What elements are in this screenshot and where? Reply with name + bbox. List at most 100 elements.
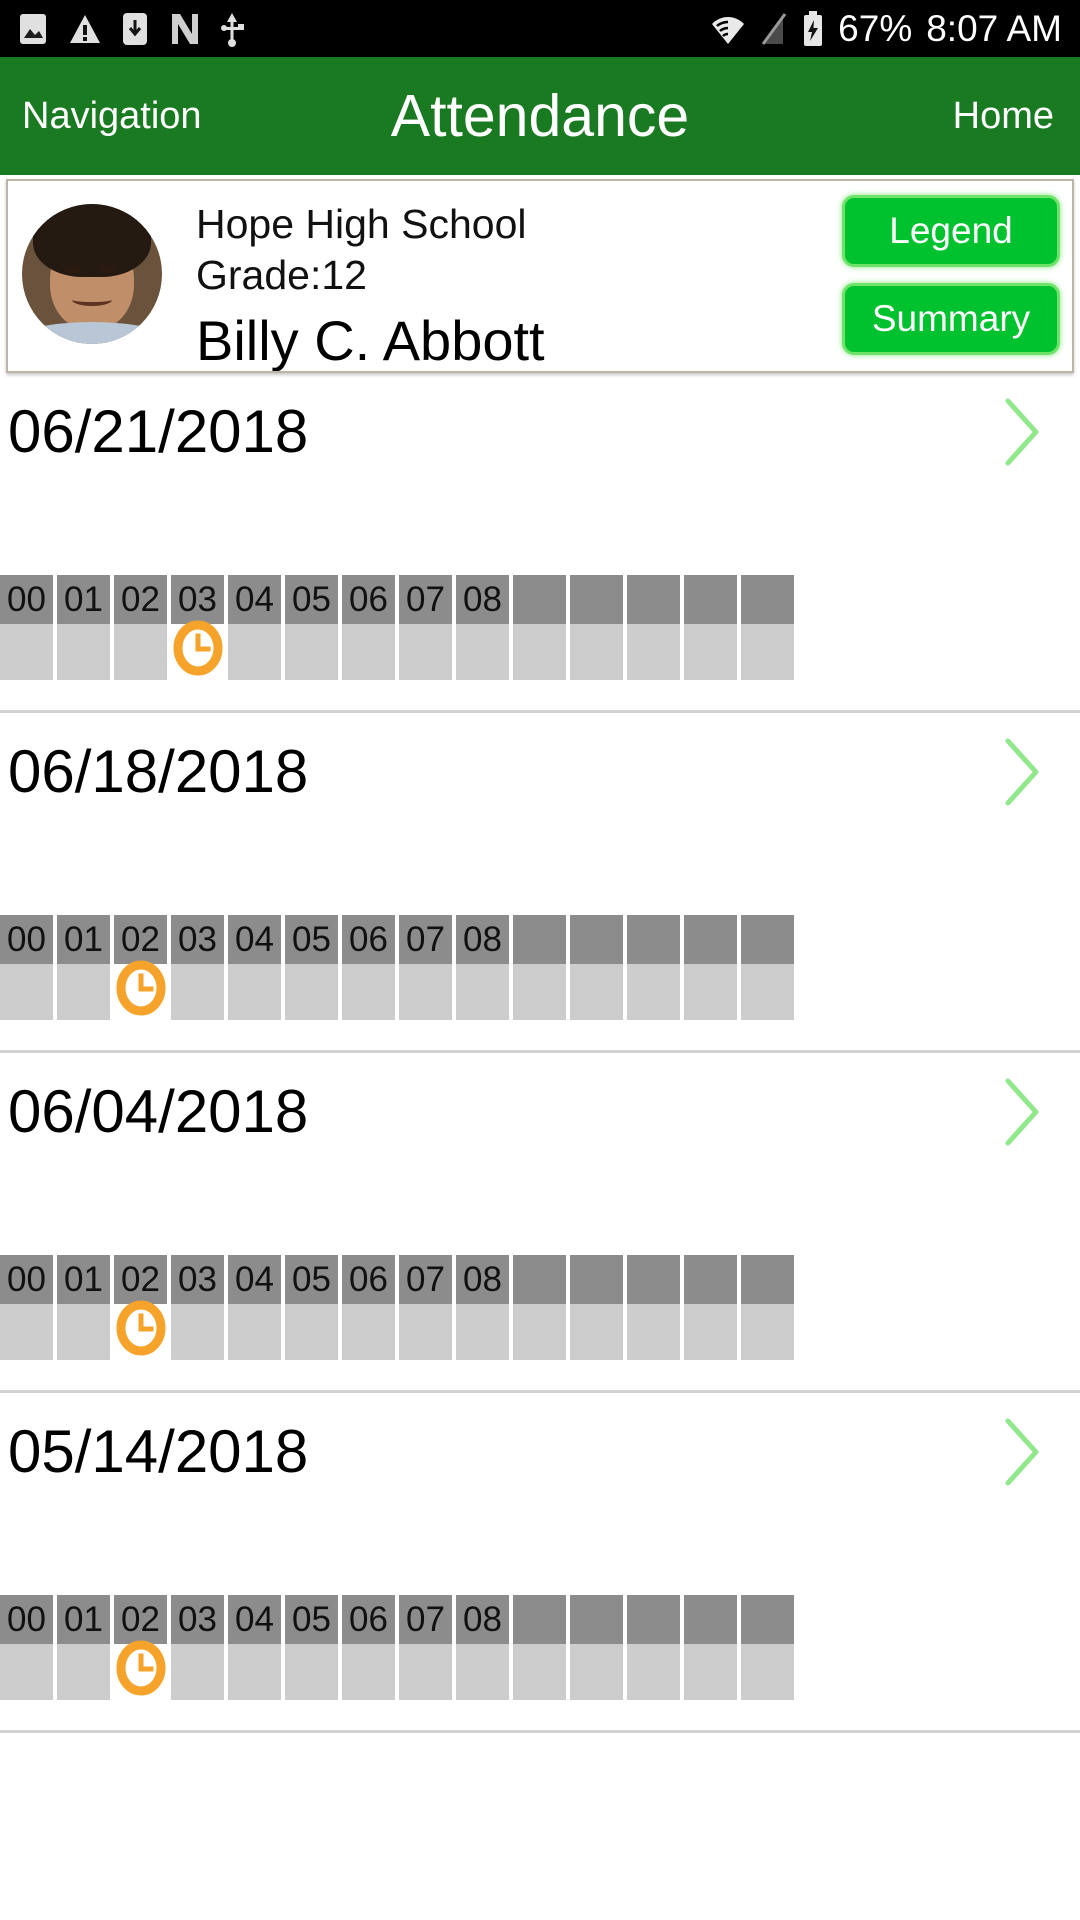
period-status-cell-marked[interactable] bbox=[114, 1640, 167, 1700]
attendance-day-row[interactable]: 05/14/2018 00 01 02 03 04 05 06 07 08 bbox=[0, 1393, 1080, 1733]
period-status-cell[interactable] bbox=[684, 1644, 737, 1700]
period-status-cell[interactable] bbox=[399, 964, 452, 1020]
student-card[interactable]: Hope High School Grade:12 Billy C. Abbot… bbox=[6, 179, 1074, 373]
home-button[interactable]: Home bbox=[953, 95, 1054, 138]
period-header-cell: 02 bbox=[114, 1595, 167, 1644]
period-status-cell[interactable] bbox=[399, 624, 452, 680]
attendance-day-row[interactable]: 06/18/2018 00 01 02 03 04 05 06 07 08 bbox=[0, 713, 1080, 1053]
period-status-cell[interactable] bbox=[741, 624, 794, 680]
period-header-cell bbox=[684, 915, 737, 964]
period-status-cell[interactable] bbox=[57, 1644, 110, 1700]
period-status-cell[interactable] bbox=[57, 964, 110, 1020]
period-status-cell[interactable] bbox=[342, 1304, 395, 1360]
period-status-cell[interactable] bbox=[342, 1644, 395, 1700]
period-status-cell[interactable] bbox=[0, 1304, 53, 1360]
period-status-cell[interactable] bbox=[513, 1304, 566, 1360]
period-status-cell[interactable] bbox=[456, 1644, 509, 1700]
period-header-cell bbox=[513, 915, 566, 964]
day-header[interactable]: 06/04/2018 bbox=[0, 1053, 1080, 1171]
period-status-cell[interactable] bbox=[627, 1644, 680, 1700]
period-status-cell[interactable] bbox=[570, 1304, 623, 1360]
period-status-cell[interactable] bbox=[570, 624, 623, 680]
period-status-cell[interactable] bbox=[399, 1304, 452, 1360]
period-header-row: 00 01 02 03 04 05 06 07 08 bbox=[0, 575, 1080, 624]
period-status-cell[interactable] bbox=[285, 624, 338, 680]
period-status-cell[interactable] bbox=[228, 1644, 281, 1700]
period-status-cell[interactable] bbox=[171, 1644, 224, 1700]
period-status-cell[interactable] bbox=[0, 1644, 53, 1700]
period-status-cell[interactable] bbox=[228, 964, 281, 1020]
chevron-right-icon[interactable] bbox=[998, 395, 1044, 469]
period-header-cell bbox=[741, 1255, 794, 1304]
period-status-row bbox=[0, 1300, 1080, 1360]
period-header-cell: 00 bbox=[0, 915, 53, 964]
period-status-cell-marked[interactable] bbox=[114, 1300, 167, 1360]
period-header-cell bbox=[684, 1255, 737, 1304]
period-header-row: 00 01 02 03 04 05 06 07 08 bbox=[0, 915, 1080, 964]
period-status-cell[interactable] bbox=[228, 1304, 281, 1360]
period-status-cell[interactable] bbox=[627, 624, 680, 680]
period-status-cell[interactable] bbox=[684, 1304, 737, 1360]
period-status-cell[interactable] bbox=[114, 624, 167, 680]
day-header[interactable]: 06/21/2018 bbox=[0, 373, 1080, 491]
period-status-cell[interactable] bbox=[456, 1304, 509, 1360]
chevron-right-icon[interactable] bbox=[998, 1415, 1044, 1489]
period-status-cell[interactable] bbox=[627, 1304, 680, 1360]
period-header-cell: 08 bbox=[456, 575, 509, 624]
attendance-day-row[interactable]: 06/04/2018 00 01 02 03 04 05 06 07 08 bbox=[0, 1053, 1080, 1393]
period-status-cell[interactable] bbox=[285, 1644, 338, 1700]
period-status-cell[interactable] bbox=[0, 964, 53, 1020]
period-header-cell: 05 bbox=[285, 1255, 338, 1304]
period-status-cell[interactable] bbox=[741, 1644, 794, 1700]
summary-button[interactable]: Summary bbox=[842, 283, 1060, 355]
period-header-cell: 01 bbox=[57, 915, 110, 964]
tardy-clock-icon bbox=[116, 1640, 166, 1705]
period-header-row: 00 01 02 03 04 05 06 07 08 bbox=[0, 1255, 1080, 1304]
period-status-cell[interactable] bbox=[342, 624, 395, 680]
period-status-cell[interactable] bbox=[171, 1304, 224, 1360]
day-header[interactable]: 06/18/2018 bbox=[0, 713, 1080, 831]
day-date-label: 06/04/2018 bbox=[8, 1078, 309, 1145]
period-status-cell[interactable] bbox=[456, 964, 509, 1020]
period-status-cell[interactable] bbox=[285, 964, 338, 1020]
period-status-cell[interactable] bbox=[627, 964, 680, 1020]
period-header-cell: 04 bbox=[228, 915, 281, 964]
period-header-cell bbox=[627, 575, 680, 624]
day-spacer bbox=[0, 491, 1080, 575]
day-header[interactable]: 05/14/2018 bbox=[0, 1393, 1080, 1511]
tardy-clock-icon bbox=[116, 1300, 166, 1365]
attendance-day-list: 06/21/2018 00 01 02 03 04 05 06 07 08 06/18/2018 00… bbox=[0, 373, 1080, 1733]
period-header-cell: 07 bbox=[399, 1595, 452, 1644]
period-header-cell: 06 bbox=[342, 575, 395, 624]
period-status-cell[interactable] bbox=[741, 1304, 794, 1360]
period-status-cell[interactable] bbox=[684, 964, 737, 1020]
period-status-cell[interactable] bbox=[57, 1304, 110, 1360]
period-status-cell[interactable] bbox=[513, 964, 566, 1020]
period-status-cell[interactable] bbox=[741, 964, 794, 1020]
period-status-cell[interactable] bbox=[684, 624, 737, 680]
period-header-cell bbox=[627, 1595, 680, 1644]
period-status-cell[interactable] bbox=[570, 964, 623, 1020]
legend-button[interactable]: Legend bbox=[842, 195, 1060, 267]
period-status-cell[interactable] bbox=[228, 624, 281, 680]
period-status-cell[interactable] bbox=[513, 1644, 566, 1700]
period-status-cell[interactable] bbox=[342, 964, 395, 1020]
period-header-cell bbox=[570, 915, 623, 964]
period-status-cell[interactable] bbox=[57, 624, 110, 680]
navigation-button[interactable]: Navigation bbox=[22, 95, 202, 138]
period-status-cell[interactable] bbox=[0, 624, 53, 680]
period-status-cell[interactable] bbox=[399, 1644, 452, 1700]
period-status-cell[interactable] bbox=[570, 1644, 623, 1700]
period-header-cell: 01 bbox=[57, 1595, 110, 1644]
chevron-right-icon[interactable] bbox=[998, 1075, 1044, 1149]
period-status-cell[interactable] bbox=[513, 624, 566, 680]
period-header-cell: 00 bbox=[0, 1595, 53, 1644]
period-status-cell[interactable] bbox=[171, 964, 224, 1020]
attendance-day-row[interactable]: 06/21/2018 00 01 02 03 04 05 06 07 08 bbox=[0, 373, 1080, 713]
period-status-cell[interactable] bbox=[285, 1304, 338, 1360]
period-status-cell-marked[interactable] bbox=[171, 620, 224, 680]
period-status-cell-marked[interactable] bbox=[114, 960, 167, 1020]
wifi-icon bbox=[710, 13, 746, 45]
chevron-right-icon[interactable] bbox=[998, 735, 1044, 809]
period-status-cell[interactable] bbox=[456, 624, 509, 680]
